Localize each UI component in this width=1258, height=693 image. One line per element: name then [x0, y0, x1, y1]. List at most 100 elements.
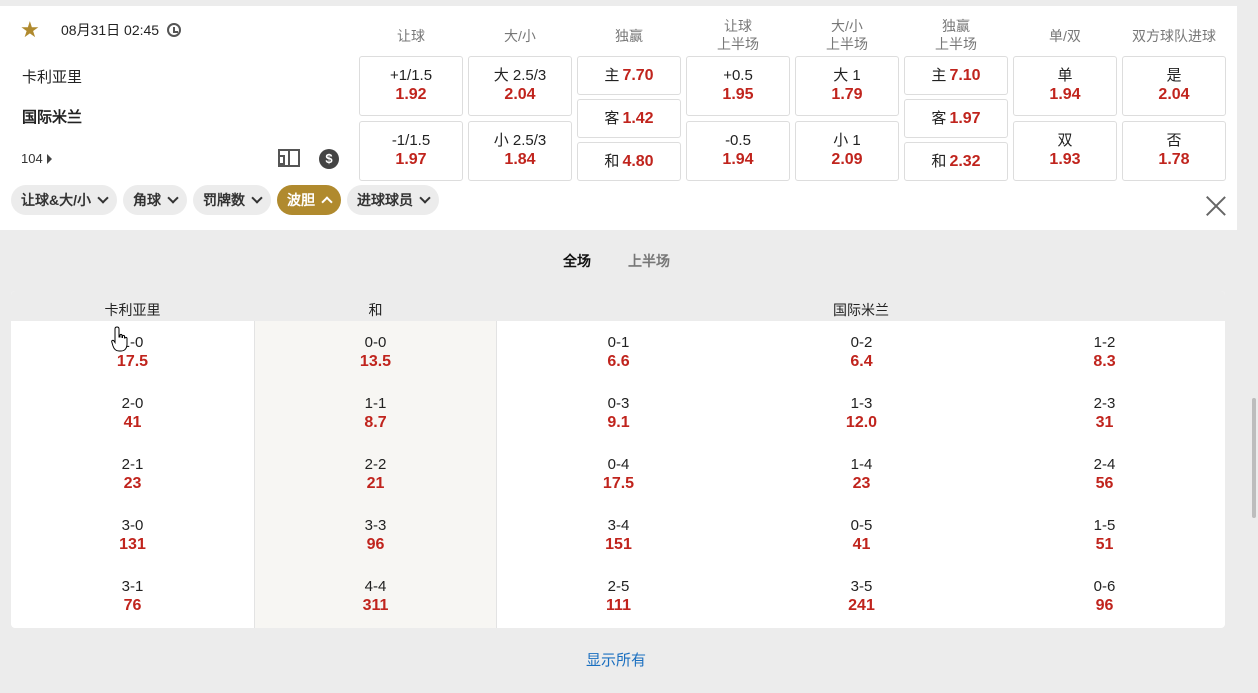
score-odds: 241	[848, 597, 875, 614]
tab-handicap-ou[interactable]: 让球&大/小	[11, 185, 117, 215]
scrollbar[interactable]	[1252, 398, 1256, 518]
odds-label: 否	[1166, 132, 1182, 149]
score-odds: 51	[1095, 536, 1114, 553]
odds-label: 和	[604, 153, 620, 170]
score-cell[interactable]: 2-3 31	[983, 394, 1225, 433]
star-icon[interactable]: ★	[20, 19, 42, 41]
score-cell[interactable]: 1-5 51	[983, 516, 1225, 555]
odds-value: 1.93	[1049, 151, 1081, 168]
score-cell[interactable]: 0-5 41	[740, 516, 983, 555]
chevron-down-icon	[97, 192, 109, 204]
correct-score-header: 卡利亚里 和 国际米兰	[11, 291, 1225, 321]
odds-label: +0.5	[723, 67, 753, 84]
score-cell[interactable]: 0-0 13.5	[254, 333, 497, 372]
score-odds: 12.0	[845, 414, 878, 431]
period-tab-fulltime[interactable]: 全场	[563, 251, 591, 271]
odds-value: 7.70	[622, 67, 654, 84]
close-icon[interactable]	[1205, 195, 1227, 217]
odds-cell[interactable]: 客 1.42	[577, 99, 681, 138]
score-cell[interactable]: 3-4 151	[497, 516, 740, 555]
score-odds: 6.6	[607, 353, 630, 370]
tab-cards[interactable]: 罚牌数	[193, 185, 271, 215]
col-header-1x2-1h: 独赢 上半场	[935, 18, 977, 52]
odds-value: 1.84	[504, 151, 536, 168]
odds-cell[interactable]: 大 1 1.79	[795, 56, 899, 116]
tab-label: 角球	[133, 192, 161, 208]
odds-cell[interactable]: 和 2.32	[904, 142, 1008, 181]
score-label: 1-1	[364, 395, 387, 412]
score-cell[interactable]: 0-4 17.5	[497, 455, 740, 494]
chevron-right-icon	[46, 153, 52, 164]
score-label: 1-2	[1093, 334, 1116, 351]
score-cell[interactable]: 1-4 23	[740, 455, 983, 494]
odds-value: 7.10	[949, 67, 981, 84]
score-label: 3-0	[121, 517, 144, 534]
tab-goalscorers[interactable]: 进球球员	[347, 185, 439, 215]
score-cell[interactable]: 1-3 12.0	[740, 394, 983, 433]
score-cell[interactable]: 2-4 56	[983, 455, 1225, 494]
show-all-link[interactable]: 显示所有	[586, 649, 646, 670]
dollar-icon[interactable]: $	[319, 149, 339, 169]
odds-cell[interactable]: 双 1.93	[1013, 121, 1117, 181]
odds-cell[interactable]: 和 4.80	[577, 142, 681, 181]
odds-value: 1.95	[722, 86, 754, 103]
odds-label: 是	[1166, 67, 1182, 84]
score-cell[interactable]: 4-4 311	[254, 577, 497, 616]
more-markets-link[interactable]: 104	[21, 151, 52, 166]
score-cell[interactable]: 3-3 96	[254, 516, 497, 555]
score-cell[interactable]: 1-0 17.5	[11, 333, 254, 372]
odds-cell[interactable]: -1/1.5 1.97	[359, 121, 463, 181]
col-header-1x2: 独赢	[615, 28, 643, 44]
odds-cell[interactable]: 否 1.78	[1122, 121, 1226, 181]
odds-cell[interactable]: 单 1.94	[1013, 56, 1117, 116]
score-cell[interactable]: 1-1 8.7	[254, 394, 497, 433]
odds-cell[interactable]: 小 1 2.09	[795, 121, 899, 181]
header-away: 国际米兰	[833, 302, 889, 318]
score-label: 2-0	[121, 395, 144, 412]
header-home: 卡利亚里	[104, 302, 161, 318]
match-meta: ★ 08月31日 02:45	[20, 19, 182, 41]
score-label: 1-5	[1093, 517, 1116, 534]
score-odds: 311	[362, 597, 389, 614]
market-count: 104	[21, 151, 43, 166]
odds-cell[interactable]: +1/1.5 1.92	[359, 56, 463, 116]
odds-label: 客	[931, 110, 947, 127]
score-label: 2-1	[121, 456, 144, 473]
odds-label: 双	[1057, 132, 1073, 149]
score-odds: 8.7	[364, 414, 387, 431]
odds-cell[interactable]: 大 2.5/3 2.04	[468, 56, 572, 116]
odds-cell[interactable]: +0.5 1.95	[686, 56, 790, 116]
score-cell[interactable]: 2-0 41	[11, 394, 254, 433]
period-tab-first-half[interactable]: 上半场	[628, 251, 670, 271]
app-root: ★ 08月31日 02:45 卡利亚里 国际米兰 104 $ 让球 大/小 独赢…	[0, 0, 1258, 693]
odds-cell[interactable]: -0.5 1.94	[686, 121, 790, 181]
pitch-icon[interactable]	[278, 149, 300, 167]
score-odds: 13.5	[359, 353, 392, 370]
score-cell[interactable]: 3-1 76	[11, 577, 254, 616]
odds-cell[interactable]: 小 2.5/3 1.84	[468, 121, 572, 181]
score-label: 2-4	[1093, 456, 1116, 473]
tab-corners[interactable]: 角球	[123, 185, 187, 215]
col-header-over-under-1h: 大/小 上半场	[826, 18, 868, 52]
odds-cell[interactable]: 客 1.97	[904, 99, 1008, 138]
odds-value: 1.94	[1049, 86, 1081, 103]
score-label: 4-4	[364, 578, 387, 595]
score-cell[interactable]: 0-3 9.1	[497, 394, 740, 433]
score-cell[interactable]: 0-2 6.4	[740, 333, 983, 372]
score-cell[interactable]: 3-0 131	[11, 516, 254, 555]
score-cell[interactable]: 1-2 8.3	[983, 333, 1225, 372]
odds-cell[interactable]: 是 2.04	[1122, 56, 1226, 116]
score-cell[interactable]: 2-1 23	[11, 455, 254, 494]
score-cell[interactable]: 0-1 6.6	[497, 333, 740, 372]
tab-correct-score[interactable]: 波胆	[277, 185, 341, 215]
score-odds: 9.1	[607, 414, 630, 431]
score-cell[interactable]: 2-5 111	[497, 577, 740, 616]
odds-cell[interactable]: 主 7.10	[904, 56, 1008, 95]
odds-value: 1.94	[722, 151, 754, 168]
score-cell[interactable]: 2-2 21	[254, 455, 497, 494]
score-cell[interactable]: 3-5 241	[740, 577, 983, 616]
odds-cell[interactable]: 主 7.70	[577, 56, 681, 95]
score-label: 3-4	[607, 517, 630, 534]
odds-value: 1.97	[395, 151, 427, 168]
score-cell[interactable]: 0-6 96	[983, 577, 1225, 616]
